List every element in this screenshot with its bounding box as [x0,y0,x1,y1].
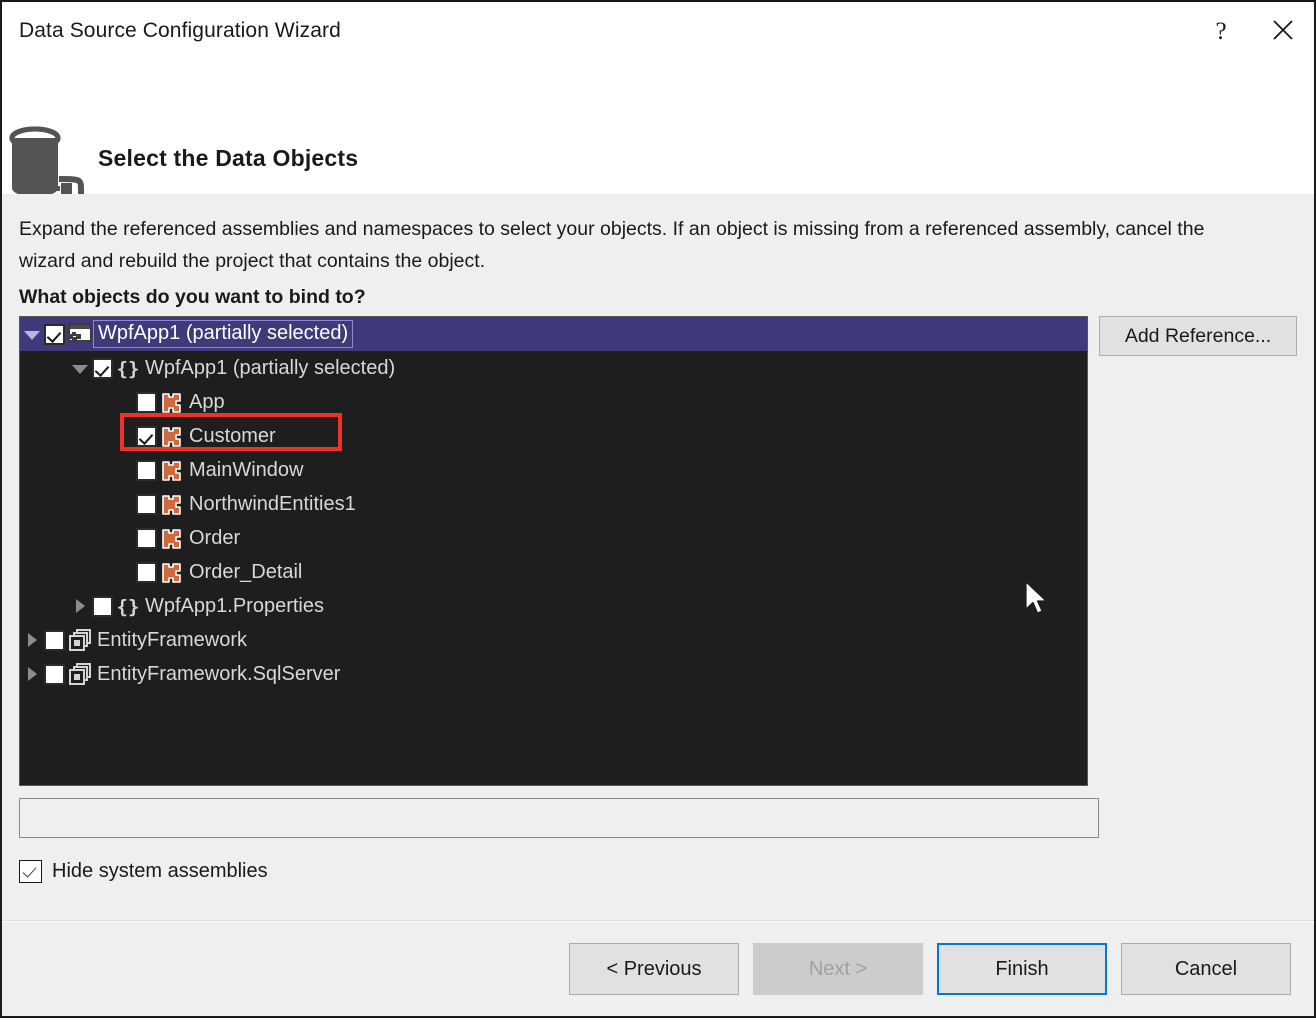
chevron-right-icon [76,599,85,613]
tree-node-wpfapp1-namespace[interactable]: {} WpfApp1 (partially selected) [20,351,1087,385]
tree-node-label: EntityFramework [93,629,247,652]
tree-node-checkbox[interactable] [44,324,65,345]
window-title: Data Source Configuration Wizard [2,19,341,43]
tree-node-checkbox[interactable] [44,630,65,651]
tree-node-checkbox[interactable] [92,596,113,617]
object-description-box [19,798,1099,838]
tree-node-label: Customer [185,425,276,448]
tree-node-wpfapp1-project[interactable]: WpfApp1 (partially selected) [20,317,1087,351]
tree-node-checkbox[interactable] [136,460,157,481]
class-icon [159,424,185,448]
tree-node-customer[interactable]: Customer [20,419,1087,453]
chevron-right-icon [28,633,37,647]
help-button[interactable]: ? [1190,2,1252,60]
tree-node-entityframework-sqlserver[interactable]: EntityFramework.SqlServer [20,657,1087,691]
question-mark-icon: ? [1215,19,1226,44]
expander-toggle[interactable] [20,329,44,340]
finish-button[interactable]: Finish [937,943,1107,995]
tree-node-checkbox[interactable] [136,562,157,583]
data-source-configuration-wizard-dialog: Data Source Configuration Wizard ? [0,0,1316,1018]
expander-toggle[interactable] [68,363,92,374]
tree-node-label: Order_Detail [185,561,302,584]
chevron-right-icon [28,667,37,681]
add-reference-button[interactable]: Add Reference... [1099,316,1297,356]
class-icon [159,390,185,414]
instruction-text: Expand the referenced assemblies and nam… [19,194,1264,277]
expander-toggle[interactable] [68,599,92,613]
tree-node-checkbox[interactable] [136,426,157,447]
tree-node-label: EntityFramework.SqlServer [93,663,340,686]
window-controls: ? [1190,2,1314,60]
hide-system-assemblies-checkbox[interactable] [19,860,42,883]
page-title: Select the Data Objects [98,68,358,172]
namespace-icon: {} [115,356,141,380]
dialog-body: Expand the referenced assemblies and nam… [2,194,1314,920]
database-connection-icon [2,68,98,202]
tree-node-checkbox[interactable] [92,358,113,379]
class-icon [159,492,185,516]
close-button[interactable] [1252,2,1314,60]
tree-node-checkbox[interactable] [136,494,157,515]
tree-node-entityframework[interactable]: EntityFramework [20,623,1087,657]
chevron-down-icon [72,365,88,374]
svg-text:{}: {} [117,596,140,617]
tree-node-label: MainWindow [185,459,303,482]
tree-node-label: WpfApp1 (partially selected) [141,357,395,380]
tree-node-label: WpfApp1.Properties [141,595,324,618]
class-icon [159,560,185,584]
title-bar: Data Source Configuration Wizard ? [2,2,1314,60]
tree-and-actions: WpfApp1 (partially selected) {} WpfApp1 … [19,316,1297,786]
objects-tree-view[interactable]: WpfApp1 (partially selected) {} WpfApp1 … [19,316,1088,786]
bind-question-label: What objects do you want to bind to? [19,277,1297,316]
namespace-icon: {} [115,594,141,618]
class-icon [159,526,185,550]
cancel-button[interactable]: Cancel [1121,943,1291,995]
class-icon [159,458,185,482]
previous-button[interactable]: < Previous [569,943,739,995]
tree-node-order-detail[interactable]: Order_Detail [20,555,1087,589]
assembly-icon [67,628,93,652]
wizard-header: Select the Data Objects [2,60,1314,194]
tree-node-label: App [185,391,225,414]
tree-node-checkbox[interactable] [136,392,157,413]
next-button: Next > [753,943,923,995]
tree-node-order[interactable]: Order [20,521,1087,555]
tree-node-label: WpfApp1 (partially selected) [94,321,352,347]
hide-system-assemblies-row[interactable]: Hide system assemblies [19,860,1297,883]
tree-node-mainwindow[interactable]: MainWindow [20,453,1087,487]
expander-toggle[interactable] [20,633,44,647]
hide-system-assemblies-label: Hide system assemblies [52,860,268,883]
tree-node-wpfapp1-properties[interactable]: {} WpfApp1.Properties [20,589,1087,623]
tree-node-checkbox[interactable] [44,664,65,685]
expander-toggle[interactable] [20,667,44,681]
assembly-icon [67,662,93,686]
project-icon [67,322,93,346]
dialog-footer: < Previous Next > Finish Cancel [2,922,1314,1016]
tree-node-label: Order [185,527,240,550]
chevron-down-icon [24,331,40,340]
tree-node-checkbox[interactable] [136,528,157,549]
tree-side-actions: Add Reference... [1099,316,1297,356]
tree-node-label: NorthwindEntities1 [185,493,356,516]
tree-node-northwindentities1[interactable]: NorthwindEntities1 [20,487,1087,521]
close-icon [1270,17,1296,46]
svg-text:{}: {} [117,358,140,379]
tree-node-app[interactable]: App [20,385,1087,419]
